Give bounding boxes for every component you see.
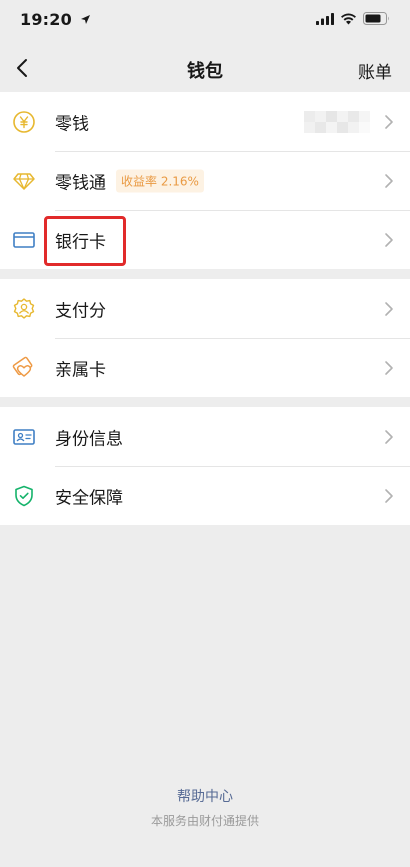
chevron-right-icon — [385, 114, 393, 129]
list-item-label: 身份信息 — [55, 429, 123, 449]
list-item-identity[interactable]: 身份信息 — [0, 407, 410, 466]
battery-icon — [363, 12, 389, 25]
wallet-section-account: 身份信息 安全保障 — [0, 407, 410, 525]
diamond-icon — [12, 169, 36, 193]
family-card-icon — [12, 356, 36, 380]
chevron-right-icon — [385, 301, 393, 316]
list-item-family-card[interactable]: 亲属卡 — [0, 338, 410, 397]
status-indicators — [316, 12, 390, 25]
yield-rate-badge: 收益率 2.16% — [116, 169, 204, 192]
list-item-label: 零钱 — [55, 114, 89, 134]
service-provider-note: 本服务由财付通提供 — [150, 814, 259, 828]
wallet-section-funds: 零钱 零钱通 收益率 2.16% 银行卡 — [0, 92, 410, 269]
chevron-right-icon — [385, 429, 393, 444]
chevron-right-icon — [385, 360, 393, 375]
help-center-link[interactable]: 帮助中心 — [0, 786, 410, 806]
chevron-right-icon — [385, 173, 393, 188]
page-title: 钱包 — [187, 61, 223, 82]
hidden-balance — [304, 110, 370, 133]
chevron-right-icon — [385, 232, 393, 247]
wallet-section-services: 支付分 亲属卡 — [0, 279, 410, 397]
bill-button[interactable]: 账单 — [358, 58, 392, 83]
wifi-icon — [341, 13, 356, 24]
list-item-label: 零钱通 — [55, 173, 106, 193]
list-item-change[interactable]: 零钱 — [0, 92, 410, 151]
list-item-label: 支付分 — [55, 301, 106, 321]
shield-check-icon — [12, 484, 36, 508]
chevron-right-icon — [385, 488, 393, 503]
id-card-icon — [12, 425, 36, 449]
yuan-coin-icon — [12, 110, 36, 134]
list-item-security[interactable]: 安全保障 — [0, 466, 410, 525]
payment-score-icon — [12, 297, 36, 321]
status-bar: 19:20 — [0, 0, 410, 44]
list-item-label: 亲属卡 — [55, 360, 106, 380]
navigation-bar: 钱包 账单 — [0, 44, 410, 92]
status-time: 19:20 — [20, 10, 91, 29]
list-item-bank-card[interactable]: 银行卡 — [0, 210, 410, 269]
list-item-lingqiantong[interactable]: 零钱通 收益率 2.16% — [0, 151, 410, 210]
list-item-payment-score[interactable]: 支付分 — [0, 279, 410, 338]
list-item-label: 安全保障 — [55, 488, 123, 508]
list-item-label: 银行卡 — [55, 232, 106, 252]
cellular-signal-icon — [316, 12, 334, 25]
bank-card-icon — [12, 228, 36, 252]
location-arrow-icon — [80, 15, 90, 24]
wallet-page: 19:20 钱包 账单 零钱 零钱通 收益率 2.16% 银行卡 支付分 亲属卡… — [0, 0, 410, 867]
